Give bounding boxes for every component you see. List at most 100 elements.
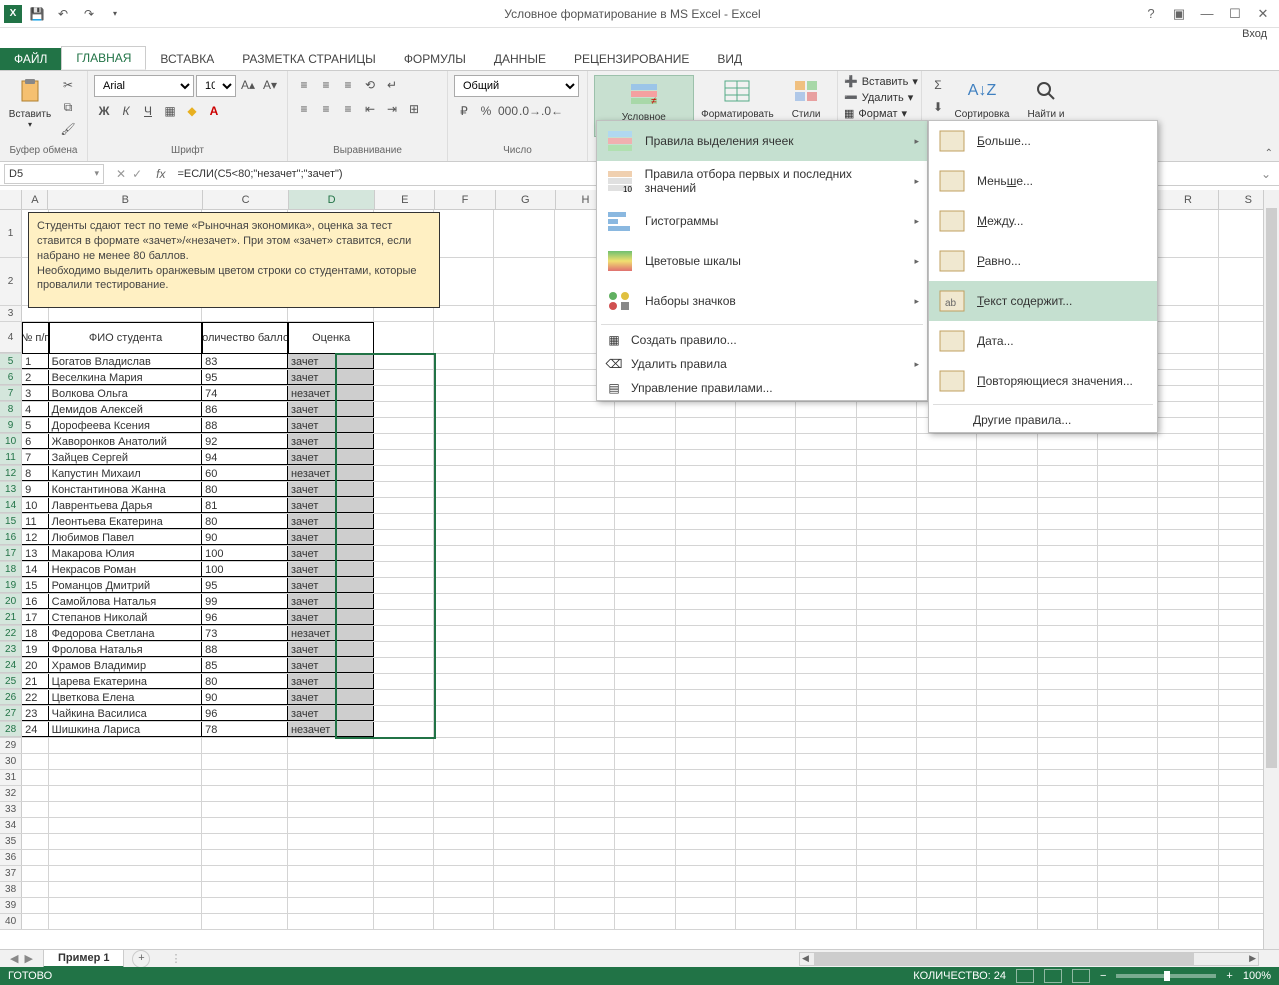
cancel-formula-icon[interactable]: ✕ xyxy=(116,167,126,181)
cell[interactable] xyxy=(917,898,977,913)
menu-text-contains[interactable]: ab Текст содержит... xyxy=(929,281,1157,321)
cell[interactable]: 13 xyxy=(22,546,48,561)
cell[interactable] xyxy=(977,482,1037,497)
cell[interactable] xyxy=(736,530,796,545)
cell[interactable]: Степанов Николай xyxy=(49,610,203,625)
cell[interactable] xyxy=(494,498,554,513)
cell[interactable] xyxy=(202,738,288,753)
cell[interactable] xyxy=(796,722,856,737)
cell[interactable]: зачет xyxy=(288,450,374,465)
column-header[interactable]: B xyxy=(48,190,203,209)
cell[interactable]: зачет xyxy=(288,578,374,593)
cell[interactable] xyxy=(1158,770,1218,785)
cell[interactable] xyxy=(555,898,615,913)
cell[interactable] xyxy=(1098,578,1158,593)
column-header[interactable]: A xyxy=(22,190,48,209)
cell[interactable] xyxy=(494,386,554,401)
cell[interactable] xyxy=(374,882,434,897)
cell[interactable] xyxy=(22,306,48,321)
cell[interactable] xyxy=(796,498,856,513)
cell[interactable] xyxy=(796,898,856,913)
cell[interactable] xyxy=(977,610,1037,625)
cell[interactable] xyxy=(1158,866,1218,881)
cell[interactable] xyxy=(1158,594,1218,609)
cell[interactable] xyxy=(494,898,554,913)
cell[interactable] xyxy=(736,882,796,897)
cell[interactable] xyxy=(615,402,675,417)
cell[interactable]: Некрасов Роман xyxy=(49,562,203,577)
cell[interactable] xyxy=(615,786,675,801)
cell[interactable]: 3 xyxy=(22,386,48,401)
menu-color-scales[interactable]: Цветовые шкалы▸ xyxy=(597,241,927,281)
cell[interactable] xyxy=(434,530,494,545)
cell[interactable] xyxy=(1038,626,1098,641)
row-header[interactable]: 31 xyxy=(0,770,22,785)
cell[interactable] xyxy=(494,546,554,561)
cell[interactable] xyxy=(796,674,856,689)
cell[interactable] xyxy=(494,610,554,625)
cell[interactable] xyxy=(374,354,434,369)
cell[interactable] xyxy=(917,658,977,673)
cell[interactable] xyxy=(1158,914,1218,929)
cell[interactable] xyxy=(1158,578,1218,593)
cell[interactable] xyxy=(977,754,1037,769)
font-color-icon[interactable]: A xyxy=(204,101,224,121)
cell[interactable] xyxy=(434,690,494,705)
cell[interactable] xyxy=(1158,898,1218,913)
redo-icon[interactable]: ↷ xyxy=(78,3,100,25)
undo-icon[interactable]: ↶ xyxy=(52,3,74,25)
cell[interactable] xyxy=(1098,594,1158,609)
cell[interactable] xyxy=(374,802,434,817)
cell[interactable] xyxy=(676,706,736,721)
cell[interactable] xyxy=(917,914,977,929)
cell[interactable] xyxy=(977,594,1037,609)
cell[interactable] xyxy=(796,530,856,545)
ribbon-collapse-icon[interactable]: ⌃ xyxy=(1265,148,1273,159)
cell[interactable] xyxy=(494,514,554,529)
cell[interactable] xyxy=(615,498,675,513)
cell[interactable] xyxy=(434,722,494,737)
cell[interactable]: 100 xyxy=(202,562,288,577)
cell[interactable] xyxy=(796,866,856,881)
orientation-icon[interactable]: ⟲ xyxy=(360,75,380,95)
cell[interactable] xyxy=(615,834,675,849)
zoom-level[interactable]: 100% xyxy=(1243,970,1271,982)
cell[interactable] xyxy=(736,498,796,513)
align-bottom-icon[interactable]: ≡ xyxy=(338,75,358,95)
menu-more-rules[interactable]: Другие правила... xyxy=(929,408,1157,432)
sheet-nav-prev-icon[interactable]: ◀ xyxy=(10,952,18,965)
cell[interactable] xyxy=(615,450,675,465)
cell[interactable] xyxy=(1158,818,1218,833)
cell[interactable] xyxy=(796,738,856,753)
cell[interactable] xyxy=(1038,482,1098,497)
cell[interactable] xyxy=(676,834,736,849)
cell[interactable]: Макарова Юлия xyxy=(49,546,203,561)
wrap-text-icon[interactable]: ↵ xyxy=(382,75,402,95)
cell[interactable] xyxy=(736,722,796,737)
cell[interactable] xyxy=(857,898,917,913)
cell[interactable] xyxy=(1158,322,1218,353)
cell[interactable] xyxy=(1158,626,1218,641)
cell[interactable] xyxy=(374,546,434,561)
cell[interactable] xyxy=(555,770,615,785)
cell[interactable] xyxy=(796,610,856,625)
cell[interactable] xyxy=(615,562,675,577)
fill-icon[interactable]: ⬇ xyxy=(928,97,948,117)
cell[interactable] xyxy=(1158,834,1218,849)
cell[interactable] xyxy=(374,482,434,497)
cell[interactable] xyxy=(615,466,675,481)
cell[interactable] xyxy=(615,690,675,705)
cell[interactable] xyxy=(555,674,615,689)
cell[interactable] xyxy=(736,898,796,913)
cell[interactable] xyxy=(555,642,615,657)
cell[interactable] xyxy=(1158,306,1218,321)
cell[interactable] xyxy=(1158,450,1218,465)
cell[interactable] xyxy=(676,546,736,561)
cell[interactable] xyxy=(434,626,494,641)
cell[interactable] xyxy=(977,850,1037,865)
cell[interactable] xyxy=(49,882,203,897)
cell[interactable] xyxy=(434,258,494,305)
cell[interactable] xyxy=(434,498,494,513)
cell[interactable] xyxy=(977,514,1037,529)
cell[interactable] xyxy=(857,594,917,609)
